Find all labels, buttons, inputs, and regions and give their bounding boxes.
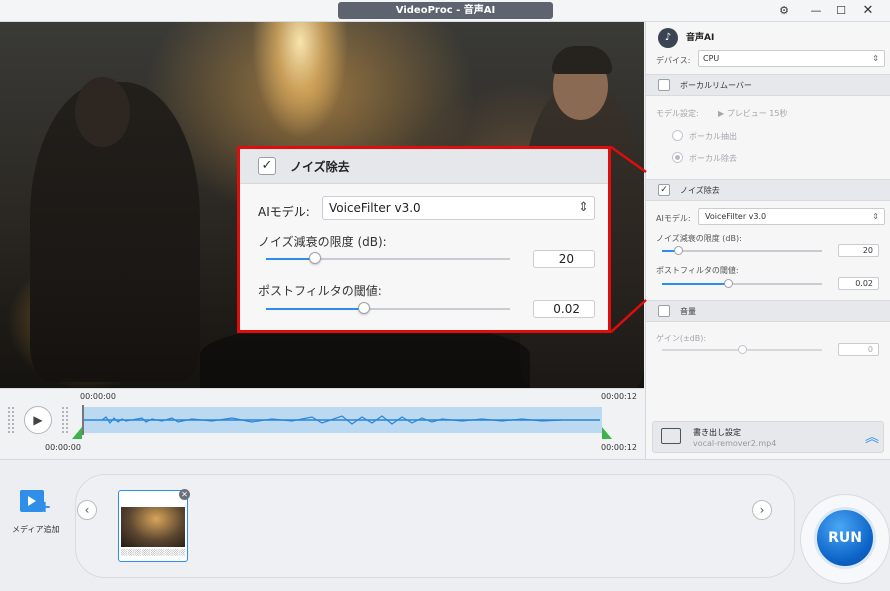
callout-section-title: ノイズ除去 (290, 160, 350, 174)
callout-noise-checkbox[interactable]: ✓ (258, 157, 276, 175)
drag-handle-left[interactable] (8, 407, 14, 433)
export-file: vocal-remover2.mp4 (693, 439, 777, 448)
callout-noise-slider[interactable] (266, 258, 510, 260)
audio-ai-icon: ♪ (658, 28, 678, 48)
export-label: 書き出し設定 (693, 428, 741, 437)
add-media-label[interactable]: メディア追加 (12, 524, 59, 535)
scroll-right-button[interactable]: › (752, 500, 772, 520)
audio-waveform[interactable] (82, 407, 602, 433)
panel-title: 音声AI (686, 33, 715, 43)
vocal-remove-label: ボーカル除去 (689, 154, 737, 163)
settings-gear-icon[interactable]: ⚙ (776, 3, 792, 19)
gain-input[interactable]: 0 (838, 343, 879, 356)
play-small-icon: ▶ (718, 109, 725, 118)
timecode-start-bottom: 00:00:00 (45, 443, 81, 452)
ai-model-select[interactable]: VoiceFilter v3.0 ⇕ (698, 208, 885, 225)
monitor-settings-icon (661, 428, 681, 444)
vocal-extract-radio[interactable] (672, 130, 683, 141)
callout-model-value: VoiceFilter v3.0 (329, 201, 421, 215)
timecode-end-top: 00:00:12 (601, 392, 637, 401)
callout-noise-knob[interactable] (309, 252, 321, 264)
gain-knob[interactable] (738, 345, 747, 354)
callout-post-knob[interactable] (358, 302, 370, 314)
noise-limit-knob[interactable] (674, 246, 683, 255)
close-icon[interactable]: ✕ (860, 3, 876, 19)
callout-post-label: ポストフィルタの閾値: (258, 284, 382, 298)
device-value: CPU (703, 54, 720, 63)
post-filter-slider[interactable] (662, 283, 822, 285)
play-button[interactable]: ▶ (24, 406, 52, 434)
vocal-extract-label: ボーカル抽出 (689, 132, 737, 141)
volume-title: 音量 (680, 307, 696, 316)
clip-name: ░░░░░░░░░░░░░░.n (121, 549, 185, 556)
callout-model-label: AIモデル: (258, 205, 310, 219)
post-filter-label: ポストフィルタの閾値: (656, 266, 739, 275)
timecode-start-top: 00:00:00 (80, 392, 116, 401)
preview-label: プレビュー 15秒 (726, 109, 788, 118)
noise-section: ✓ ノイズ除去 (646, 179, 890, 201)
volume-section: 音量 (646, 300, 890, 322)
vocal-remover-section: ボーカルリムーバー (646, 74, 890, 96)
select-arrows-icon: ⇕ (578, 200, 589, 215)
noise-title: ノイズ除去 (680, 186, 720, 195)
run-button[interactable]: RUN (814, 507, 876, 569)
scroll-left-button[interactable]: ‹ (77, 500, 97, 520)
ai-model-label: AIモデル: (656, 214, 691, 223)
callout-noise-input[interactable]: 20 (533, 250, 595, 268)
clip-thumbnail (121, 507, 185, 547)
select-arrows-icon: ⇕ (872, 54, 879, 63)
vocal-remove-radio[interactable] (672, 152, 683, 163)
noise-checkbox[interactable]: ✓ (658, 184, 670, 196)
noise-removal-callout: ✓ ノイズ除去 AIモデル: VoiceFilter v3.0 ⇕ ノイズ減衰の… (237, 146, 611, 333)
vocal-remover-title: ボーカルリムーバー (680, 81, 752, 90)
noise-limit-slider[interactable] (662, 250, 822, 252)
model-setting-label: モデル設定: (656, 109, 699, 118)
device-select[interactable]: CPU ⇕ (698, 50, 885, 67)
window-title: VideoProc - 音声AI (338, 2, 553, 19)
callout-post-slider[interactable] (266, 308, 510, 310)
select-arrows-icon: ⇕ (872, 212, 879, 221)
add-media-icon[interactable]: + (20, 487, 51, 515)
remove-clip-icon[interactable]: ✕ (179, 489, 190, 500)
callout-model-select[interactable]: VoiceFilter v3.0 ⇕ (322, 196, 595, 220)
maximize-icon[interactable]: ☐ (833, 3, 849, 19)
preview-button[interactable]: ▶ プレビュー 15秒 (718, 108, 787, 119)
export-settings[interactable]: 書き出し設定 vocal-remover2.mp4 ︽ (652, 421, 884, 453)
playhead[interactable] (82, 405, 84, 435)
device-label: デバイス: (656, 56, 691, 65)
minimize-icon[interactable]: — (808, 3, 824, 19)
callout-header: ✓ ノイズ除去 (240, 149, 608, 184)
callout-noise-label: ノイズ減衰の限度 (dB): (258, 235, 387, 249)
drag-handle-right[interactable] (62, 407, 68, 433)
timecode-end-bottom: 00:00:12 (601, 443, 637, 452)
noise-limit-label: ノイズ減衰の限度 (dB): (656, 234, 742, 243)
callout-post-input[interactable]: 0.02 (533, 300, 595, 318)
ai-model-value: VoiceFilter v3.0 (705, 212, 767, 221)
vocal-remover-checkbox[interactable] (658, 79, 670, 91)
media-clip[interactable]: ░░░░░░░░░░░░░░.n (118, 490, 188, 562)
gain-label: ゲイン(±dB): (656, 334, 707, 343)
volume-checkbox[interactable] (658, 305, 670, 317)
post-filter-knob[interactable] (724, 279, 733, 288)
audio-ai-panel: ♪ 音声AI デバイス: CPU ⇕ ボーカルリムーバー モデル設定: ▶ プレ… (645, 22, 890, 459)
expand-up-icon[interactable]: ︽ (865, 427, 879, 447)
noise-limit-input[interactable]: 20 (838, 244, 879, 257)
post-filter-input[interactable]: 0.02 (838, 277, 879, 290)
